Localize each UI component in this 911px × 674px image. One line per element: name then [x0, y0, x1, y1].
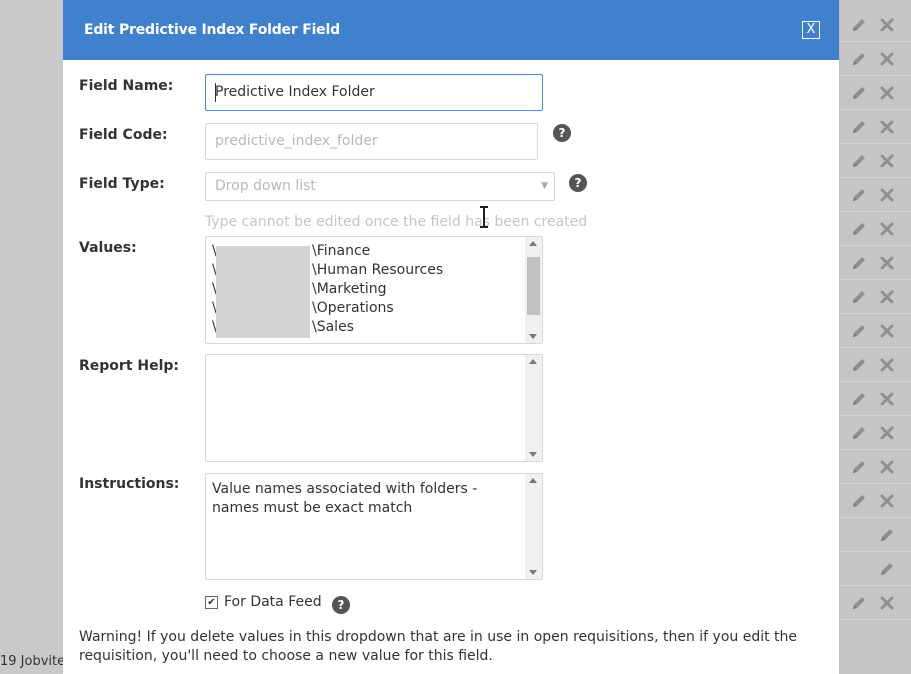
text-caret	[215, 83, 216, 102]
background-action-row	[840, 416, 911, 450]
pencil-icon[interactable]	[878, 526, 896, 544]
field-code-help-icon[interactable]: ?	[553, 124, 571, 142]
pencil-icon[interactable]	[850, 186, 868, 204]
background-action-row	[840, 314, 911, 348]
close-icon[interactable]	[878, 186, 896, 204]
field-code-label: Field Code:	[79, 127, 168, 143]
scroll-down-arrow-icon[interactable]	[529, 570, 537, 575]
field-name-label: Field Name:	[79, 78, 174, 94]
background-action-row	[840, 110, 911, 144]
pencil-icon[interactable]	[850, 118, 868, 136]
close-icon[interactable]	[878, 220, 896, 238]
instructions-textarea[interactable]: Value names associated with folders - na…	[205, 473, 543, 580]
pencil-icon[interactable]	[878, 560, 896, 578]
background-action-row	[840, 246, 911, 280]
scroll-down-arrow-icon[interactable]	[529, 334, 537, 339]
background-action-row	[840, 144, 911, 178]
instructions-value: Value names associated with folders - na…	[212, 481, 478, 516]
pencil-icon[interactable]	[850, 152, 868, 170]
scroll-down-arrow-icon[interactable]	[529, 452, 537, 457]
close-icon[interactable]	[878, 254, 896, 272]
report-help-textarea[interactable]	[205, 354, 543, 462]
field-type-hint: Type cannot be edited once the field has…	[205, 214, 588, 230]
background-action-row	[840, 280, 911, 314]
close-button[interactable]: X	[802, 21, 820, 39]
pencil-icon[interactable]	[850, 458, 868, 476]
values-label: Values:	[79, 240, 137, 256]
warning-text: Warning! If you delete values in this dr…	[79, 629, 798, 664]
pencil-icon[interactable]	[850, 390, 868, 408]
pencil-icon[interactable]	[850, 84, 868, 102]
pencil-icon[interactable]	[850, 322, 868, 340]
dialog-header: Edit Predictive Index Folder Field X	[63, 0, 839, 60]
background-action-row	[840, 348, 911, 382]
text-cursor-icon	[480, 206, 488, 228]
pencil-icon[interactable]	[850, 492, 868, 510]
scroll-thumb[interactable]	[527, 257, 540, 315]
close-icon[interactable]	[878, 458, 896, 476]
report-help-scrollbar[interactable]	[525, 355, 542, 461]
background-action-row	[840, 586, 911, 620]
close-icon[interactable]	[878, 288, 896, 306]
footer-copyright: 19 Jobvite	[0, 654, 66, 669]
pencil-icon[interactable]	[850, 220, 868, 238]
background-action-row	[840, 178, 911, 212]
edit-field-dialog: Edit Predictive Index Folder Field X Fie…	[63, 0, 839, 674]
close-icon[interactable]	[878, 594, 896, 612]
instructions-scrollbar[interactable]	[525, 474, 542, 579]
values-scrollbar[interactable]	[525, 237, 542, 343]
background-action-row	[840, 8, 911, 42]
scroll-up-arrow-icon[interactable]	[529, 478, 537, 483]
pencil-icon[interactable]	[850, 50, 868, 68]
close-icon[interactable]	[878, 356, 896, 374]
dialog-title: Edit Predictive Index Folder Field	[84, 22, 340, 38]
pencil-icon[interactable]	[850, 254, 868, 272]
close-icon[interactable]	[878, 390, 896, 408]
background-action-row	[840, 552, 911, 586]
field-code-input[interactable]: predictive_index_folder	[205, 123, 538, 160]
data-feed-help-icon[interactable]: ?	[332, 596, 350, 614]
background-action-row	[840, 484, 911, 518]
values-textarea[interactable]: \ \Finance \ \Human Resources \ \Marketing …	[205, 236, 543, 344]
report-help-label: Report Help:	[79, 358, 180, 374]
scroll-up-arrow-icon[interactable]	[529, 359, 537, 364]
close-icon[interactable]	[878, 84, 896, 102]
scroll-up-arrow-icon[interactable]	[529, 241, 537, 246]
close-icon[interactable]	[878, 16, 896, 34]
pencil-icon[interactable]	[850, 356, 868, 374]
background-action-row	[840, 42, 911, 76]
pencil-icon[interactable]	[850, 424, 868, 442]
field-name-input[interactable]: Predictive Index Folder	[205, 74, 543, 111]
pencil-icon[interactable]	[850, 288, 868, 306]
chevron-down-icon: ▼	[541, 181, 548, 191]
pencil-icon[interactable]	[850, 594, 868, 612]
close-icon[interactable]	[878, 492, 896, 510]
background-action-row	[840, 382, 911, 416]
background-action-row	[840, 212, 911, 246]
data-feed-checkbox[interactable]: ✔	[205, 596, 218, 609]
redacted-region	[216, 246, 310, 338]
field-name-value: Predictive Index Folder	[215, 84, 375, 100]
close-icon[interactable]	[878, 118, 896, 136]
close-icon[interactable]	[878, 50, 896, 68]
data-feed-label: For Data Feed	[224, 594, 322, 610]
pencil-icon[interactable]	[850, 16, 868, 34]
field-code-placeholder: predictive_index_folder	[215, 133, 378, 149]
close-icon[interactable]	[878, 152, 896, 170]
background-action-row	[840, 76, 911, 110]
field-type-help-icon[interactable]: ?	[569, 174, 587, 192]
background-action-row	[840, 518, 911, 552]
background-actions-column	[839, 0, 911, 674]
instructions-label: Instructions:	[79, 476, 180, 492]
field-type-select[interactable]: Drop down list ▼	[205, 172, 555, 201]
background-action-row	[840, 450, 911, 484]
field-type-label: Field Type:	[79, 176, 165, 192]
close-icon[interactable]	[878, 424, 896, 442]
field-type-value: Drop down list	[215, 178, 316, 194]
close-icon[interactable]	[878, 322, 896, 340]
